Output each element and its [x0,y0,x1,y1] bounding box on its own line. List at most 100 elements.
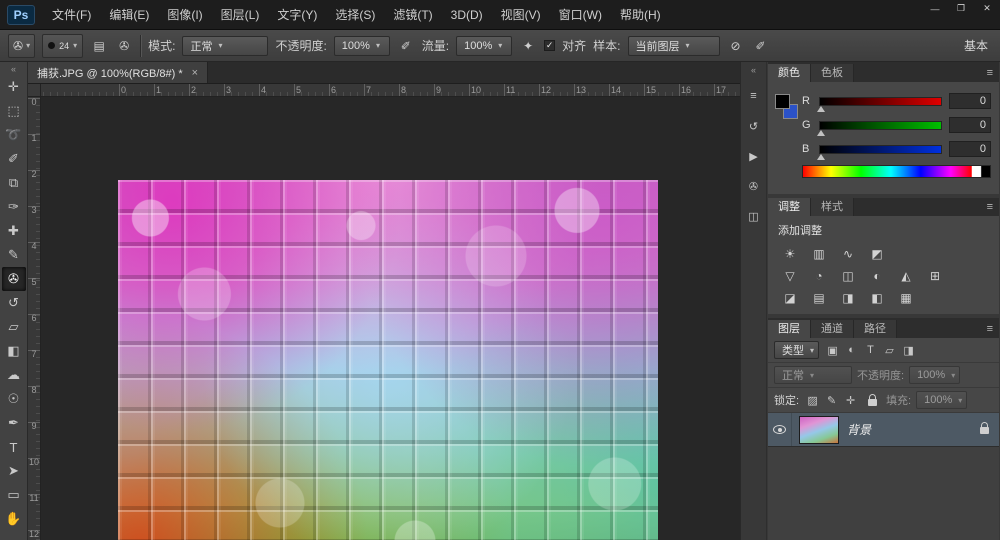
layer-filter-filter-adjustment[interactable]: ◐ [843,342,860,358]
menu-item[interactable]: 文件(F) [43,0,100,30]
adjustment-levels[interactable]: ▥ [807,245,831,263]
tool-crop[interactable]: ⧉ [2,171,26,195]
tool-eraser[interactable]: ▱ [2,315,26,339]
slider-handle-icon[interactable] [817,105,825,112]
close-tab-icon[interactable]: × [192,67,198,79]
adjustment-curves[interactable]: ∿ [836,245,860,263]
menu-item[interactable]: 选择(S) [326,0,384,30]
align-checkbox[interactable]: ✓ [544,40,556,51]
layer-row[interactable]: 背景 [768,413,999,447]
tool-lasso[interactable]: ➰ [2,123,26,147]
panel-menu-icon[interactable]: ≡ [987,67,999,82]
menu-item[interactable]: 视图(V) [492,0,550,30]
panel-icon-clone-source-panel[interactable]: ✇ [744,177,764,195]
menu-item[interactable]: 3D(D) [442,0,492,30]
panel-icon-history-panel[interactable]: ↺ [744,117,764,135]
color-spectrum-ramp[interactable] [802,165,991,178]
panel-tab-styles[interactable]: 样式 [811,198,854,216]
layer-filter-filter-pixel[interactable]: ▣ [824,342,841,358]
tool-pen[interactable]: ✒ [2,411,26,435]
layer-filter-dropdown[interactable]: 类型 [774,341,820,359]
panel-tab-layers[interactable]: 图层 [768,320,811,338]
menu-item[interactable]: 帮助(H) [611,0,670,30]
layer-filter-filter-smart[interactable]: ◨ [900,342,917,358]
adjustment-exposure[interactable]: ◩ [865,245,889,263]
sample-dropdown[interactable]: 当前图层 [627,35,720,56]
tool-eyedropper[interactable]: ✑ [2,195,26,219]
collapse-dock-icon[interactable]: « [751,65,756,75]
tool-move[interactable]: ✛ [2,75,26,99]
ignore-adjustment-layers-icon[interactable]: ⊘ [727,36,745,56]
opacity-dropdown[interactable]: 100% [333,35,390,56]
adjustment-black-white[interactable]: ◐ [865,267,889,285]
layer-filter-filter-shape[interactable]: ▱ [881,342,898,358]
adjustment-color-balance[interactable]: ◫ [836,267,860,285]
channel-slider[interactable] [817,144,942,160]
flow-dropdown[interactable]: 100% [456,35,513,56]
tool-rectangle[interactable]: ▭ [2,483,26,507]
brush-preset-picker[interactable]: 24 [42,33,84,58]
blend-mode-dropdown[interactable]: 正常 [774,366,852,384]
tool-spot-healing[interactable]: ✚ [2,219,26,243]
lock-lock-position[interactable]: ✛ [842,392,859,408]
panel-tab-color[interactable]: 颜色 [768,64,811,82]
foreground-color-swatch[interactable] [775,94,790,109]
window-button-maximize[interactable]: ❐ [948,0,974,17]
menu-item[interactable]: 文字(Y) [268,0,326,30]
menu-item[interactable]: 窗口(W) [550,0,611,30]
tool-hand[interactable]: ✋ [2,507,26,531]
window-button-close[interactable]: ✕ [974,0,1000,17]
adjustment-channel-mixer[interactable]: ⊞ [923,267,947,285]
adjustment-photo-filter[interactable]: ◭ [894,267,918,285]
airbrush-icon[interactable]: ✦ [519,36,537,56]
document-image[interactable] [118,180,658,540]
tool-quick-selection[interactable]: ✐ [2,147,26,171]
layer-thumbnail[interactable] [799,415,839,444]
panel-tab-adjustments[interactable]: 调整 [768,198,811,216]
lock-lock-pixels[interactable]: ✎ [823,392,840,408]
fill-dropdown[interactable]: 100% [916,391,968,409]
panel-tab-paths[interactable]: 路径 [854,320,897,338]
toggle-clone-source-panel-icon[interactable]: ✇ [115,36,133,56]
panel-menu-icon[interactable]: ≡ [987,323,999,338]
panel-tab-channels[interactable]: 通道 [811,320,854,338]
collapse-toolbar-icon[interactable]: « [11,63,16,75]
tool-gradient[interactable]: ◧ [2,339,26,363]
adjustment-selective-color[interactable]: ▦ [894,289,918,307]
menu-item[interactable]: 图像(I) [158,0,211,30]
window-button-minimize[interactable]: — [922,0,948,17]
lock-lock-transparent[interactable]: ▨ [804,392,821,408]
adjustment-gradient-map[interactable]: ◧ [865,289,889,307]
workspace-switcher[interactable]: 基本 [964,37,992,54]
toggle-brush-panel-icon[interactable]: ▤ [90,36,108,56]
panel-icon-properties-panel[interactable]: ≡ [744,87,764,105]
slider-handle-icon[interactable] [817,153,825,160]
mode-dropdown[interactable]: 正常 [182,35,269,56]
adjustment-hue-saturation[interactable]: ◔ [807,267,831,285]
layer-filter-filter-type[interactable]: T [862,342,879,358]
menu-item[interactable]: 图层(L) [212,0,269,30]
tool-blur[interactable]: ☁ [2,363,26,387]
document-tab[interactable]: 捕获.JPG @ 100%(RGB/8#) * × [28,62,209,83]
adjustment-brightness-contrast[interactable]: ☀ [778,245,802,263]
panel-icon-info-panel[interactable]: ◫ [744,207,764,225]
adjustment-threshold[interactable]: ◨ [836,289,860,307]
tool-type[interactable]: T [2,435,26,459]
channel-value[interactable]: 0 [949,117,991,133]
menu-item[interactable]: 滤镜(T) [384,0,441,30]
channel-slider[interactable] [817,120,942,136]
tool-path-selection[interactable]: ➤ [2,459,26,483]
menu-item[interactable]: 编辑(E) [100,0,158,30]
tool-dodge[interactable]: ☉ [2,387,26,411]
pressure-size-icon[interactable]: ✐ [752,36,770,56]
lock-all-icon[interactable] [864,392,881,408]
channel-slider[interactable] [817,96,942,112]
channel-value[interactable]: 0 [949,93,991,109]
tool-preset-picker[interactable]: ✇ [8,33,36,58]
adjustment-invert[interactable]: ◪ [778,289,802,307]
channel-value[interactable]: 0 [949,141,991,157]
adjustment-posterize[interactable]: ▤ [807,289,831,307]
panel-tab-swatches[interactable]: 色板 [811,64,854,82]
panel-icon-actions-panel[interactable]: ▶ [744,147,764,165]
tool-history-brush[interactable]: ↺ [2,291,26,315]
